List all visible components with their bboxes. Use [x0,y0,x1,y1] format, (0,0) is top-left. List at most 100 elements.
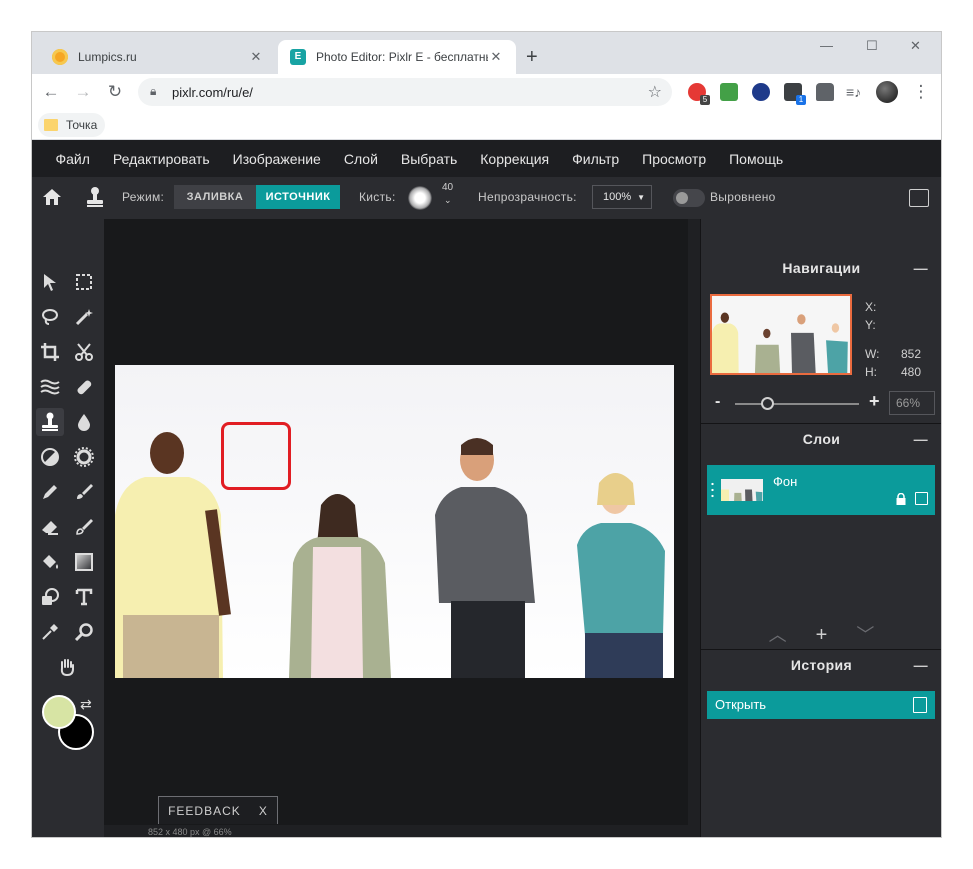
gradient-tool-icon[interactable] [70,548,98,576]
zoom-input[interactable]: 66% [889,391,935,415]
profile-avatar[interactable] [876,81,898,103]
maximize-icon[interactable]: ☐ [866,38,878,54]
back-icon[interactable]: ← [40,81,62,103]
panel-collapse-icon[interactable] [909,189,929,207]
blur-drop-icon[interactable] [70,408,98,436]
brush-tool-icon[interactable] [70,478,98,506]
browser-menu-icon[interactable]: ⋮ [910,81,932,103]
close-icon[interactable]: ✕ [488,49,504,65]
chevron-down-icon[interactable]: ⌄ [444,195,452,206]
bookmark-star-icon[interactable]: ☆ [648,82,662,102]
zoom-in-button[interactable]: + [869,391,880,412]
clone-stamp-tool-icon[interactable] [36,408,64,436]
move-tool-icon[interactable] [36,268,64,296]
new-tab-button[interactable]: + [526,46,538,69]
menu-file[interactable]: Файл [56,151,90,167]
menu-image[interactable]: Изображение [233,151,321,167]
layer-item[interactable]: Фон [707,465,935,515]
window-close-icon[interactable]: ✕ [910,38,921,54]
brush-size-value[interactable]: 40 [442,182,453,193]
zoom-slider-handle[interactable] [761,397,774,410]
photo-canvas[interactable] [115,365,674,678]
heal-bandage-icon[interactable] [70,373,98,401]
layer-controls: ︿ + ﹀ [701,621,941,647]
drag-handle-icon[interactable] [711,481,714,499]
shape-tool-icon[interactable] [36,583,64,611]
dodge-burn-icon[interactable] [36,443,64,471]
address-bar[interactable]: 🔒︎ pixlr.com/ru/e/ ☆ [138,78,672,106]
cutout-scissors-icon[interactable] [70,338,98,366]
options-bar: Режим: ЗАЛИВКА ИСТОЧНИК Кисть: 40 ⌄ Непр… [32,177,941,219]
vertical-scrollbar[interactable] [688,219,700,825]
menu-edit[interactable]: Редактировать [113,151,210,167]
zoom-out-button[interactable]: - [715,393,720,411]
navigator-thumbnail[interactable] [710,294,852,375]
tab-pixlr[interactable]: E Photo Editor: Pixlr E - бесплатны ✕ [278,40,516,74]
pencil-tool-icon[interactable] [36,478,64,506]
mode-source-button[interactable]: ИСТОЧНИК [256,185,340,209]
menu-filter[interactable]: Фильтр [572,151,619,167]
menu-view[interactable]: Просмотр [642,151,706,167]
aligned-toggle[interactable] [673,189,705,207]
move-layer-down-icon[interactable]: ﹀ [856,625,874,645]
add-layer-icon[interactable]: + [816,624,828,646]
magic-wand-icon[interactable] [70,303,98,331]
extension-globe-icon[interactable] [752,83,770,101]
menu-help[interactable]: Помощь [729,151,783,167]
extension-music-icon[interactable] [720,83,738,101]
history-item[interactable]: Открыть [707,691,935,719]
menu-select[interactable]: Выбрать [401,151,457,167]
eraser-tool-icon[interactable] [36,513,64,541]
crop-tool-icon[interactable] [36,338,64,366]
collapse-minus-icon[interactable]: — [914,250,928,286]
close-icon[interactable]: ✕ [248,49,264,65]
marquee-tool-icon[interactable] [70,268,98,296]
feedback-close-icon[interactable]: X [259,804,268,818]
extension-red-icon[interactable]: 5 [688,83,710,105]
lock-icon[interactable] [895,493,907,505]
media-queue-icon[interactable]: ≡♪ [846,83,864,101]
sponge-gear-icon[interactable] [70,443,98,471]
history-title: История [790,657,853,673]
dropdown-arrow-icon: ▼ [637,192,646,202]
minimize-icon[interactable]: — [820,38,833,53]
url-text[interactable]: pixlr.com/ru/e/ [172,85,253,100]
foreground-color-swatch[interactable] [42,695,76,729]
swap-colors-icon[interactable]: ⇄ [80,696,92,713]
move-layer-up-icon[interactable]: ︿ [769,625,787,645]
text-tool-icon[interactable] [70,583,98,611]
brush-preview[interactable] [408,186,432,210]
navigator-panel-header[interactable]: Навигации — [701,250,941,286]
liquify-tool-icon[interactable] [36,373,64,401]
collapse-minus-icon[interactable]: — [914,647,928,683]
bookmark-folder[interactable]: Точка [38,113,106,137]
collapse-minus-icon[interactable]: — [914,421,928,457]
feedback-button[interactable]: FEEDBACK X [158,796,278,824]
history-panel-header[interactable]: История — [701,647,941,683]
tab-lumpics[interactable]: Lumpics.ru ✕ [40,40,276,74]
menu-layer[interactable]: Слой [344,151,378,167]
lasso-tool-icon[interactable] [36,303,64,331]
extension-cube-icon[interactable]: 1 [784,83,806,105]
home-icon[interactable] [42,187,62,207]
eyedropper-icon[interactable] [36,618,64,646]
layer-visibility-checkbox[interactable] [915,492,928,505]
menu-adjustment[interactable]: Коррекция [480,151,549,167]
layers-panel-header[interactable]: Слои — [701,421,941,457]
clone-stamp-icon [87,187,103,207]
mode-fill-button[interactable]: ЗАЛИВКА [174,185,256,209]
browser-toolbar: ← → ↻ 🔒︎ pixlr.com/ru/e/ ☆ 5 1 ≡♪ ⋮ [32,74,941,110]
zoom-slider[interactable] [735,403,859,405]
zoom-magnifier-icon[interactable] [70,618,98,646]
bookmarks-bar: Точка [32,110,941,140]
hand-pan-icon[interactable] [53,653,81,681]
forward-icon[interactable]: → [72,81,94,103]
lumpics-favicon-icon [52,49,68,65]
fill-bucket-icon[interactable] [36,548,64,576]
tab-title: Photo Editor: Pixlr E - бесплатны [316,50,488,64]
canvas-workspace[interactable]: FEEDBACK X 852 x 480 px @ 66% [104,219,700,837]
extensions-puzzle-icon[interactable] [816,83,834,101]
replace-color-brush-icon[interactable] [70,513,98,541]
opacity-select[interactable]: 100% ▼ [592,185,652,209]
reload-icon[interactable]: ↻ [104,81,126,103]
